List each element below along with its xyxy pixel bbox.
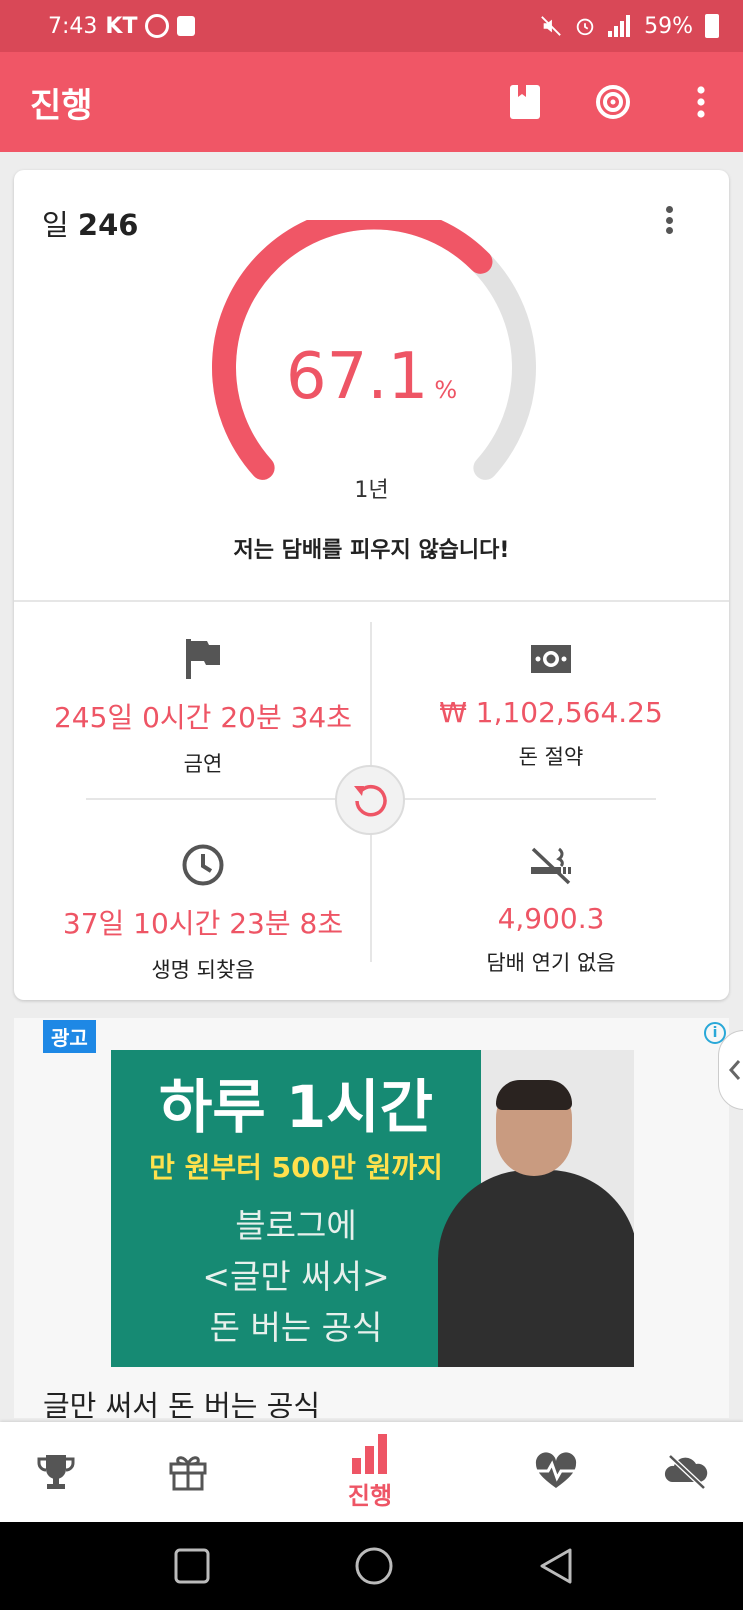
goal-label: 1년 <box>354 478 389 503</box>
progress-value: 67.1 <box>285 340 429 414</box>
stat-cigarettes-not-smoked: 4,900.3 담배 연기 없음 <box>376 840 726 977</box>
nav-rewards[interactable] <box>138 1422 238 1522</box>
more-options-button[interactable] <box>683 84 719 120</box>
ad-person-image <box>496 1080 572 1176</box>
day-counter: 일 246 <box>42 202 138 244</box>
status-carrier: KT <box>105 13 138 39</box>
stat-value: 245일 0시간 20분 34초 <box>53 701 353 734</box>
ad-banner-line: 블로그에 <box>235 1206 357 1245</box>
notification-icon <box>177 16 196 36</box>
target-icon <box>596 85 630 119</box>
stat-money-saved: ₩ 1,102,564.25 돈 절약 <box>376 634 726 771</box>
book-icon <box>510 85 540 119</box>
no-smoking-icon <box>664 1454 708 1490</box>
signal-icon <box>608 15 631 37</box>
ad-banner-body: 블로그에 <글만 써서> 돈 버는 공식 <box>111 1200 481 1353</box>
ad-collapse-button[interactable] <box>718 1030 743 1110</box>
day-number: 246 <box>77 208 139 242</box>
card-more-button[interactable] <box>659 202 679 238</box>
progress-card: 일 246 67.1% 1년 저는 담배를 피우지 않습니다! 245일 0시간… <box>14 170 729 1000</box>
book-button[interactable] <box>507 84 543 120</box>
chevron-left-icon <box>728 1060 741 1080</box>
flag-icon <box>186 639 220 679</box>
ad-banner-line: 돈 버는 공식 <box>209 1308 383 1347</box>
stat-label: 생명 되찾음 <box>151 958 255 982</box>
nav-label: 진행 <box>347 1481 393 1510</box>
battery-level: 59% <box>644 13 693 39</box>
bottom-nav: 진행 <box>0 1422 743 1522</box>
stat-quit-time: 245일 0시간 20분 34초 금연 <box>28 634 378 778</box>
page-title: 진행 <box>30 85 93 126</box>
clock-icon <box>182 844 224 886</box>
heartbeat-icon <box>535 1452 577 1488</box>
notification-icon <box>145 14 170 38</box>
recent-apps-button[interactable] <box>170 1544 214 1588</box>
home-button[interactable] <box>352 1544 396 1588</box>
bar-chart-icon <box>352 1433 387 1474</box>
mute-icon <box>541 16 561 36</box>
ad-banner-title: 하루 1시간 <box>159 1073 433 1141</box>
app-bar: 진행 <box>0 52 743 152</box>
system-nav-bar <box>0 1522 743 1610</box>
no-smoking-icon <box>531 847 571 885</box>
stat-value: 4,900.3 <box>497 902 605 935</box>
nav-progress[interactable]: 진행 <box>320 1422 420 1522</box>
stat-value: 37일 10시간 23분 8초 <box>62 907 344 940</box>
home-icon <box>355 1547 393 1585</box>
motto-text: 저는 담배를 피우지 않습니다! <box>233 538 510 563</box>
ad-banner-subtitle: 만 원부터 500만 원까지 <box>149 1151 443 1184</box>
reset-button[interactable] <box>335 765 405 835</box>
more-vert-icon <box>697 86 705 118</box>
progress-percent: 67.1% <box>14 340 729 414</box>
nav-health[interactable] <box>506 1422 606 1522</box>
stat-label: 금연 <box>183 752 223 776</box>
back-icon <box>540 1548 572 1584</box>
stats-grid: 245일 0시간 20분 34초 금연 ₩ 1,102,564.25 돈 절약 … <box>14 602 729 1000</box>
stat-label: 돈 절약 <box>518 745 584 769</box>
status-time: 7:43 <box>48 13 98 39</box>
ad-banner-line: <글만 써서> <box>202 1257 390 1296</box>
battery-icon <box>705 14 719 38</box>
nav-achievements[interactable] <box>6 1422 106 1522</box>
money-icon <box>531 645 571 673</box>
recent-apps-icon <box>174 1548 210 1584</box>
trophy-icon <box>37 1455 75 1489</box>
reset-icon <box>354 784 387 817</box>
progress-unit: % <box>434 376 458 404</box>
nav-cravings[interactable] <box>636 1422 736 1522</box>
day-prefix: 일 <box>42 208 69 242</box>
stat-life-regained: 37일 10시간 23분 8초 생명 되찾음 <box>28 840 378 984</box>
ad-caption[interactable]: 글만 써서 돈 버는 공식 <box>43 1383 320 1418</box>
gift-icon <box>169 1456 207 1491</box>
stat-value: ₩ 1,102,564.25 <box>439 696 663 729</box>
ad-badge: 광고 <box>43 1020 96 1053</box>
alarm-icon <box>576 18 594 36</box>
status-bar: 7:43 KT 59% <box>0 0 743 52</box>
ad-container[interactable]: 광고 i 하루 1시간 만 원부터 500만 원까지 블로그에 <글만 써서> … <box>14 1018 729 1418</box>
back-button[interactable] <box>534 1544 578 1588</box>
stat-label: 담배 연기 없음 <box>486 951 616 975</box>
target-button[interactable] <box>595 84 631 120</box>
ad-banner[interactable]: 하루 1시간 만 원부터 500만 원까지 블로그에 <글만 써서> 돈 버는 … <box>111 1050 634 1367</box>
